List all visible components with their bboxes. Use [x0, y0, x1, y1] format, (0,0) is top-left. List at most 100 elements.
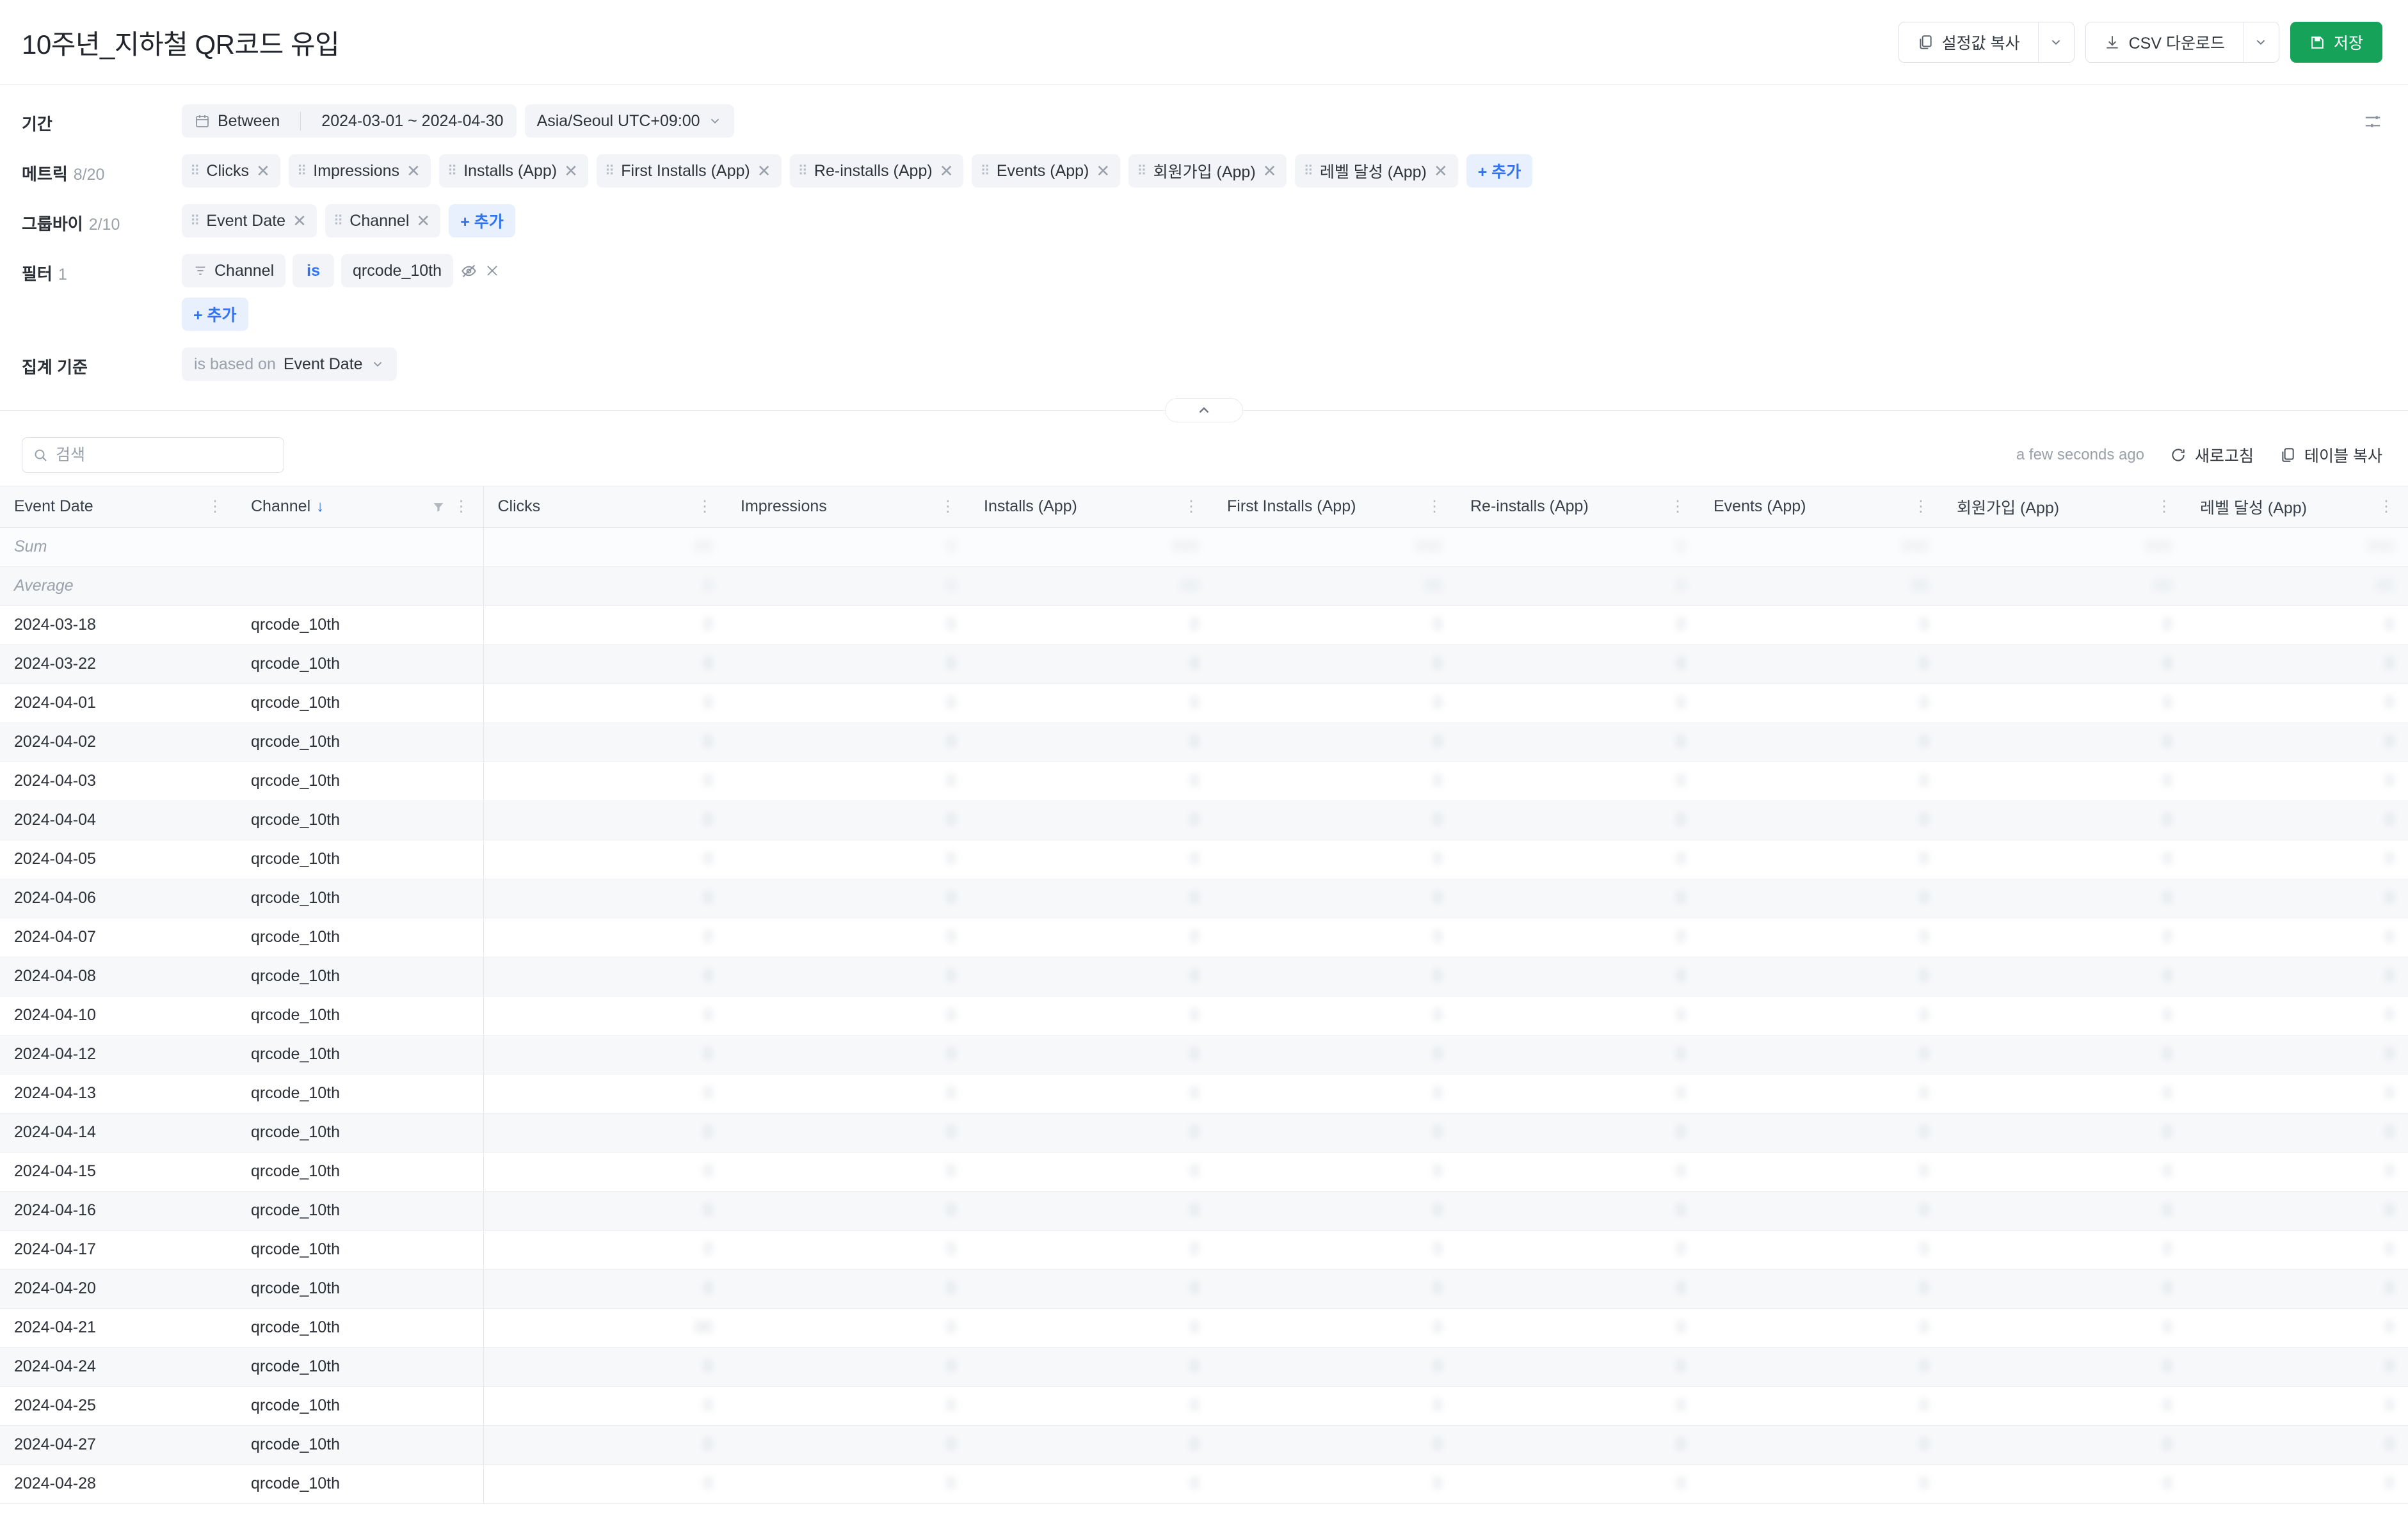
column-menu-icon[interactable]: ⋮ [2156, 499, 2172, 515]
table-row[interactable]: 2024-04-07 qrcode_10th 0 0 0 0 0 0 0 0 [0, 918, 2408, 957]
table-row[interactable]: 2024-04-02 qrcode_10th 0 0 0 0 0 0 0 0 [0, 723, 2408, 762]
column-menu-icon[interactable]: ⋮ [454, 499, 469, 515]
metric-chip-label: Events (App) [996, 161, 1089, 180]
panel-settings-button[interactable] [2363, 112, 2382, 134]
remove-chip-icon[interactable]: ✕ [1263, 163, 1277, 179]
filter-value-input[interactable]: qrcode_10th [341, 254, 454, 287]
table-row[interactable]: 2024-04-20 qrcode_10th 0 0 0 0 0 0 0 0 [0, 1269, 2408, 1309]
remove-chip-icon[interactable]: ✕ [757, 163, 771, 179]
csv-download-dropdown-toggle[interactable] [2242, 22, 2279, 62]
filter-operator-select[interactable]: is [293, 254, 334, 287]
column-header-installs_app[interactable]: Installs (App) ⋮ [970, 486, 1213, 528]
table-row[interactable]: 2024-04-04 qrcode_10th 0 0 0 0 0 0 0 0 [0, 801, 2408, 840]
copy-table-button[interactable]: 테이블 복사 [2279, 443, 2382, 467]
redacted-value: 0 [703, 655, 712, 673]
remove-chip-icon[interactable]: ✕ [564, 163, 578, 179]
table-row[interactable]: 2024-03-22 qrcode_10th 0 0 0 0 0 0 0 0 [0, 644, 2408, 684]
groupby-chip[interactable]: ⠿ Channel ✕ [325, 204, 441, 237]
metric-chip[interactable]: ⠿ First Installs (App) ✕ [596, 154, 782, 188]
metric-chip[interactable]: ⠿ Impressions ✕ [288, 154, 431, 188]
remove-chip-icon[interactable]: ✕ [940, 163, 954, 179]
table-row[interactable]: 2024-04-14 qrcode_10th 0 0 0 0 0 0 0 0 [0, 1113, 2408, 1153]
groupby-chip-list: ⠿ Event Date ✕ ⠿ Channel ✕ + 추가 [182, 204, 2382, 237]
csv-download-button[interactable]: CSV 다운로드 [2085, 22, 2243, 62]
table-row[interactable]: 2024-04-06 qrcode_10th 0 0 0 0 0 0 0 0 [0, 879, 2408, 918]
column-header-impressions[interactable]: Impressions ⋮ [726, 486, 970, 528]
metric-chip[interactable]: ⠿ Events (App) ✕ [972, 154, 1121, 188]
column-header-event_date[interactable]: Event Date ⋮ [0, 486, 237, 528]
groupby-chip[interactable]: ⠿ Event Date ✕ [182, 204, 317, 237]
table-row[interactable]: 2024-04-08 qrcode_10th 0 0 0 0 0 0 0 0 [0, 957, 2408, 996]
metric-add-button[interactable]: + 추가 [1466, 154, 1533, 188]
column-menu-icon[interactable]: ⋮ [1913, 499, 1929, 515]
redacted-value: 0 [1190, 967, 1199, 985]
table-row[interactable]: 2024-04-05 qrcode_10th 0 0 0 0 0 0 0 0 [0, 840, 2408, 879]
column-menu-icon[interactable]: ⋮ [1427, 499, 1442, 515]
metric-chip[interactable]: ⠿ 레벨 달성 (App) ✕ [1295, 154, 1458, 188]
date-range-control[interactable]: Between 2024-03-01 ~ 2024-04-30 [182, 104, 517, 138]
search-box[interactable] [22, 437, 284, 473]
column-menu-icon[interactable]: ⋮ [2379, 499, 2394, 515]
cell-event-date: 2024-04-16 [0, 1191, 237, 1231]
copy-settings-button[interactable]: 설정값 복사 [1898, 22, 2038, 62]
table-row[interactable]: 2024-04-24 qrcode_10th 0 0 0 0 0 0 0 0 [0, 1347, 2408, 1387]
data-table-container[interactable]: Event Date ⋮ Channel ↓ ⋮ Clicks ⋮ Impressions ⋮ I… [0, 486, 2408, 1534]
metric-chip[interactable]: ⠿ Installs (App) ✕ [438, 154, 588, 188]
column-header-signup_app[interactable]: 회원가입 (App) ⋮ [1943, 486, 2186, 528]
column-header-first_installs_app[interactable]: First Installs (App) ⋮ [1213, 486, 1456, 528]
table-row[interactable]: 2024-04-16 qrcode_10th 0 0 0 0 0 0 0 0 [0, 1191, 2408, 1231]
search-input[interactable] [56, 445, 273, 465]
column-menu-icon[interactable]: ⋮ [940, 499, 956, 515]
filter-field-select[interactable]: Channel [182, 254, 286, 287]
aggregation-select[interactable]: is based on Event Date [182, 348, 397, 381]
table-row[interactable]: 2024-04-12 qrcode_10th 0 0 0 0 0 0 0 0 [0, 1035, 2408, 1075]
column-menu-icon[interactable]: ⋮ [207, 499, 223, 515]
column-header-events_app[interactable]: Events (App) ⋮ [1699, 486, 1943, 528]
remove-chip-icon[interactable]: ✕ [293, 212, 307, 229]
table-row[interactable]: 2024-03-18 qrcode_10th 0 0 0 0 0 0 0 0 [0, 605, 2408, 645]
filter-hide-toggle[interactable] [460, 262, 478, 280]
table-row[interactable]: 2024-04-13 qrcode_10th 0 0 0 0 0 0 0 0 [0, 1074, 2408, 1114]
groupby-add-button[interactable]: + 추가 [449, 204, 515, 237]
cell-metric-value: 0 [2186, 879, 2408, 918]
filter-remove-button[interactable] [485, 263, 500, 278]
collapse-panel-button[interactable] [1165, 398, 1243, 422]
column-header-channel[interactable]: Channel ↓ ⋮ [237, 486, 484, 528]
date-range-segment[interactable]: 2024-03-01 ~ 2024-04-30 [309, 104, 516, 138]
column-filter-icon[interactable] [432, 500, 445, 513]
remove-chip-icon[interactable]: ✕ [1096, 163, 1110, 179]
remove-chip-icon[interactable]: ✕ [256, 163, 270, 179]
column-menu-icon[interactable]: ⋮ [697, 499, 712, 515]
table-row[interactable]: 2024-04-03 qrcode_10th 0 0 0 0 0 0 0 0 [0, 762, 2408, 801]
remove-chip-icon[interactable]: ✕ [406, 163, 421, 179]
timezone-select[interactable]: Asia/Seoul UTC+09:00 [524, 104, 734, 138]
remove-chip-icon[interactable]: ✕ [416, 212, 430, 229]
cell-metric-value: 0 [2186, 1074, 2408, 1114]
save-button[interactable]: 저장 [2290, 22, 2382, 63]
table-row[interactable]: 2024-04-10 qrcode_10th 0 0 0 0 0 0 0 0 [0, 996, 2408, 1035]
filter-add-button[interactable]: + 추가 [182, 298, 248, 331]
column-menu-icon[interactable]: ⋮ [1670, 499, 1685, 515]
table-row[interactable]: 2024-04-28 qrcode_10th 0 0 0 0 0 0 0 0 [0, 1464, 2408, 1504]
table-row[interactable]: 2024-04-21 qrcode_10th 00 0 0 0 0 0 0 0 [0, 1308, 2408, 1348]
table-row[interactable]: 2024-04-17 qrcode_10th 0 0 0 0 0 0 0 0 [0, 1230, 2408, 1270]
column-menu-icon[interactable]: ⋮ [1184, 499, 1199, 515]
metric-chip[interactable]: ⠿ 회원가입 (App) ✕ [1128, 154, 1287, 188]
table-row[interactable]: 2024-04-01 qrcode_10th 0 0 0 0 0 0 0 0 [0, 683, 2408, 723]
table-row[interactable]: 2024-04-25 qrcode_10th 0 0 0 0 0 0 0 0 [0, 1386, 2408, 1426]
remove-chip-icon[interactable]: ✕ [1434, 163, 1448, 179]
copy-settings-dropdown-toggle[interactable] [2037, 22, 2074, 62]
column-header-clicks[interactable]: Clicks ⋮ [483, 486, 726, 528]
metric-chip[interactable]: ⠿ Clicks ✕ [182, 154, 280, 188]
cell-metric-value: 0 [1943, 1035, 2186, 1075]
refresh-button[interactable]: 새로고침 [2170, 443, 2254, 467]
metric-chip[interactable]: ⠿ Re-installs (App) ✕ [789, 154, 964, 188]
table-row[interactable]: 2024-04-15 qrcode_10th 0 0 0 0 0 0 0 0 [0, 1152, 2408, 1192]
cell-channel: qrcode_10th [237, 683, 484, 723]
column-header-re_installs_app[interactable]: Re-installs (App) ⋮ [1456, 486, 1699, 528]
cell-metric-value: 0 [1213, 723, 1456, 762]
table-row[interactable]: 2024-04-27 qrcode_10th 0 0 0 0 0 0 0 0 [0, 1425, 2408, 1465]
column-header-level_app[interactable]: 레벨 달성 (App) ⋮ [2186, 486, 2408, 528]
date-mode-segment[interactable]: Between [182, 104, 293, 138]
cell-metric-value: 0 [726, 840, 970, 879]
